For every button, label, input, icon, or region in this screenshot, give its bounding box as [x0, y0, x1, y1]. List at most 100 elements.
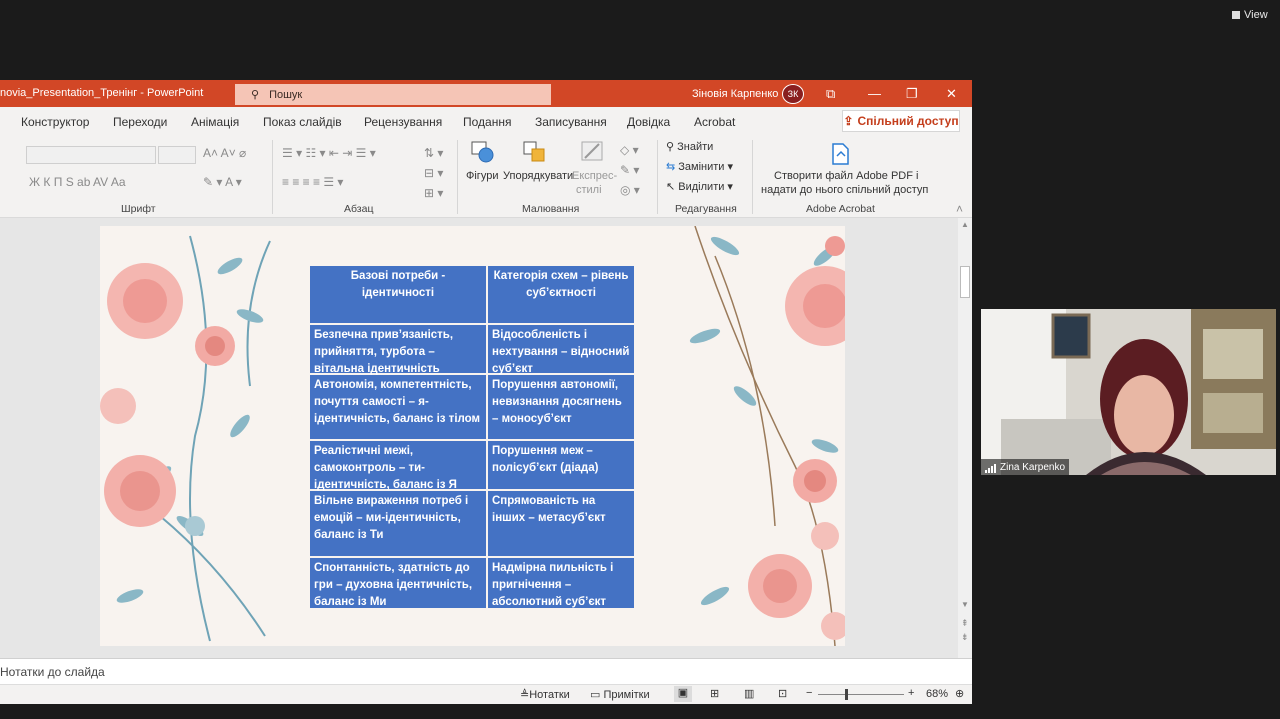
select-button[interactable]: ↖ Виділити ▾ [666, 180, 733, 193]
zoom-slider[interactable] [818, 694, 904, 695]
find-button[interactable]: ⚲ Знайти [666, 140, 713, 153]
zoom-in-icon[interactable]: + [908, 687, 914, 699]
slide-sorter-icon[interactable]: ⊞ [710, 687, 719, 700]
signal-bars-icon [985, 462, 997, 473]
table-cell: Надмірна пильність і пригнічення – абсол… [488, 558, 634, 608]
arrange-icon[interactable] [522, 140, 548, 164]
smartart-icon[interactable]: ⊞ ▾ [424, 186, 443, 200]
avatar[interactable]: ЗК [782, 84, 804, 104]
zoom-level[interactable]: 68% [926, 688, 948, 700]
reading-view-icon[interactable]: ▥ [744, 687, 754, 700]
table-cell: Відособленість і нехтування – відносний … [488, 325, 634, 375]
user-name: Зіновія Карпенко [692, 88, 779, 100]
tab-animations[interactable]: Анімація [191, 115, 239, 129]
normal-view-icon[interactable]: ▣ [674, 686, 692, 702]
divider [457, 140, 458, 214]
minimize-icon[interactable]: — [868, 86, 881, 101]
view-icon [1232, 11, 1240, 19]
search-placeholder: Пошук [269, 88, 303, 101]
shape-fill-icons[interactable]: ◇ ▾ ✎ ▾ ◎ ▾ [620, 140, 640, 200]
font-size-combo[interactable] [158, 146, 196, 164]
text-direction-icon[interactable]: ⇅ ▾ [424, 146, 443, 160]
paragraph-group-label: Абзац [344, 203, 374, 215]
cursor-icon: ↖ [666, 181, 676, 193]
fit-slide-icon[interactable]: ⊕ [955, 687, 964, 700]
tab-acrobat[interactable]: Acrobat [694, 115, 735, 129]
tab-help[interactable]: Довідка [627, 115, 670, 129]
divider [752, 140, 753, 214]
table-cell: Порушення автономії, невизнання досягнен… [488, 375, 634, 439]
font-name-combo[interactable] [26, 146, 156, 164]
close-icon[interactable]: ✕ [946, 86, 957, 102]
shapes-button[interactable]: Фігури [466, 170, 498, 182]
floral-right-decoration [689, 226, 845, 646]
restore-icon[interactable]: ❐ [906, 86, 918, 102]
zoom-slider-handle[interactable] [845, 689, 848, 700]
comments-button[interactable]: ▭ Примітки [590, 688, 650, 701]
table-cell: Порушення меж – полісуб’єкт (діада) [488, 441, 634, 489]
quick-styles-icon[interactable] [580, 140, 606, 164]
highlight-icon[interactable]: ✎ ▾ A ▾ [203, 175, 242, 189]
quick-styles-button[interactable]: Експрес- [572, 170, 617, 182]
ribbon-display-icon[interactable]: ⧉ [826, 86, 835, 102]
participant-video-frame [981, 309, 1276, 475]
find-icon: ⚲ [666, 141, 675, 153]
divider [272, 140, 273, 214]
participant-name: Zina Karpenko [1000, 461, 1066, 473]
font-format-icons[interactable]: Ж К П S ab AV Aa [29, 175, 126, 189]
zoom-out-icon[interactable]: − [806, 687, 812, 699]
participant-video[interactable]: Zina Karpenko [981, 309, 1276, 475]
acrobat-create-line2[interactable]: надати до нього спільний доступ [761, 184, 928, 196]
select-label: Виділити [678, 181, 725, 193]
powerpoint-window: novia_Presentation_Тренінг - PowerPoint … [0, 80, 972, 704]
bullets-icon[interactable]: ☰ ▾ ☷ ▾ ⇤ ⇥ ☰ ▾ [282, 146, 376, 160]
floral-left-decoration [100, 235, 271, 642]
view-label: View [1244, 9, 1268, 21]
table-header-needs: Базові потреби - ідентичності [310, 266, 486, 323]
scroll-up-icon[interactable]: ▲ [961, 220, 969, 229]
prev-slide-icon[interactable]: ⇞ [961, 618, 969, 629]
view-button[interactable]: View [1232, 6, 1274, 24]
replace-button[interactable]: ⇆ Замінити ▾ [666, 160, 733, 173]
replace-label: Замінити [678, 161, 725, 173]
table-cell: Вільне вираження потреб і емоцій – ми-ід… [310, 491, 486, 556]
notes-icon: ≜ [520, 689, 530, 701]
search-input[interactable]: ⚲ Пошук [235, 84, 551, 105]
tab-transitions[interactable]: Переходи [113, 115, 167, 129]
table-cell: Спрямованість на інших – метасуб’єкт [488, 491, 634, 556]
acrobat-pdf-icon[interactable] [828, 142, 852, 166]
quick-styles-label-2: стилі [576, 184, 602, 196]
comment-icon: ▭ [590, 689, 601, 701]
slideshow-icon[interactable]: ⊡ [778, 687, 787, 700]
tab-slideshow[interactable]: Показ слайдів [263, 115, 342, 129]
editing-group-label: Редагування [675, 203, 737, 215]
align-text-icon[interactable]: ⊟ ▾ [424, 166, 443, 180]
notes-pane[interactable]: Нотатки до слайда [0, 658, 972, 684]
notes-toggle-button[interactable]: ≜Нотатки [520, 688, 570, 701]
ribbon-tabs: Конструктор Переходи Анімація Показ слай… [0, 107, 972, 136]
table-cell: Реалістичні межі, самоконтроль – ти-іден… [310, 441, 486, 491]
arrange-button[interactable]: Упорядкувати [503, 170, 573, 182]
share-button[interactable]: ⇪ Спільний доступ [842, 110, 960, 132]
share-icon: ⇪ [843, 114, 854, 128]
share-label: Спільний доступ [857, 114, 959, 128]
collapse-ribbon-icon[interactable]: ˄ [956, 202, 963, 216]
window-title: novia_Presentation_Тренінг - PowerPoint [0, 87, 204, 99]
title-bar: novia_Presentation_Тренінг - PowerPoint … [0, 80, 972, 107]
acrobat-group-label: Adobe Acrobat [806, 203, 875, 215]
acrobat-create-line1[interactable]: Створити файл Adobe PDF і [774, 170, 918, 182]
scrollbar-thumb[interactable] [960, 266, 970, 298]
next-slide-icon[interactable]: ⇟ [961, 632, 969, 643]
align-icons[interactable]: ≡ ≡ ≡ ≡ ☰ ▾ [282, 175, 343, 189]
tab-recording[interactable]: Записування [535, 115, 607, 129]
font-grow-icon[interactable]: A˄ A˅ ⌀ [203, 146, 246, 160]
scroll-down-icon[interactable]: ▼ [961, 600, 969, 609]
participant-name-tag: Zina Karpenko [981, 459, 1070, 475]
shapes-icon[interactable] [470, 140, 496, 164]
tab-design[interactable]: Конструктор [21, 115, 89, 129]
tab-review[interactable]: Рецензування [364, 115, 442, 129]
slide[interactable]: Базові потреби - ідентичності Категорія … [100, 226, 845, 646]
font-group-label: Шрифт [121, 203, 156, 215]
table-cell: Спонтанність, здатність до гри – духовна… [310, 558, 486, 608]
tab-view[interactable]: Подання [463, 115, 511, 129]
